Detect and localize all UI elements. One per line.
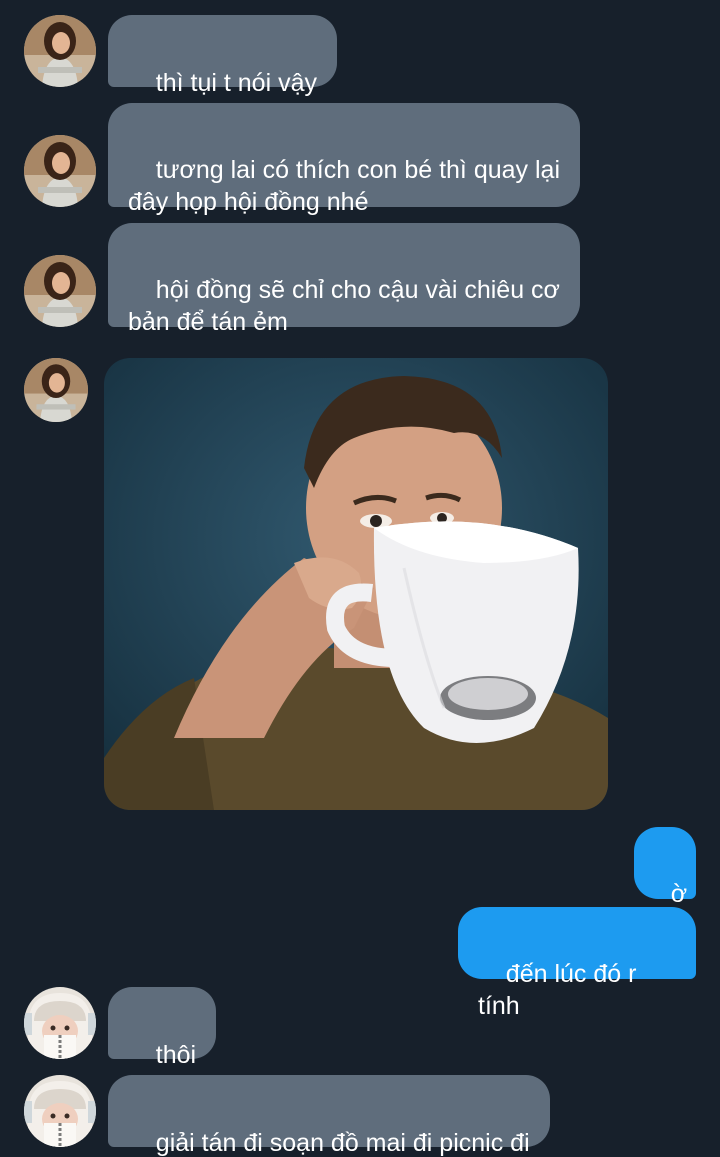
sender-avatar[interactable] (24, 1075, 96, 1147)
message-bubble[interactable]: ờ (634, 827, 696, 908)
message-text: tương lai có thích con bé thì quay lại đ… (128, 156, 560, 216)
woman-avatar-image (24, 135, 96, 207)
message-image[interactable] (104, 358, 608, 810)
message-bubble[interactable]: hội đồng sẽ chỉ cho cậu vài chiêu cơ bản… (108, 223, 580, 336)
message-bubble[interactable]: thì tụi t nói vậy (108, 15, 337, 97)
message-text: giải tán đi soạn đồ mai đi picnic đi (155, 1129, 530, 1157)
message-bubble[interactable]: thôi (108, 987, 217, 1069)
sender-avatar[interactable] (24, 15, 96, 87)
sender-avatar[interactable] (24, 987, 96, 1059)
message-text: đến lúc đó r tính (478, 960, 644, 1020)
sender-avatar[interactable] (24, 135, 96, 207)
hooded-avatar-image (24, 1075, 96, 1147)
sender-avatar[interactable] (24, 255, 96, 327)
hooded-avatar-image (24, 987, 96, 1059)
message-text: thôi (155, 1041, 197, 1069)
message-text: hội đồng sẽ chỉ cho cậu vài chiêu cơ bản… (128, 276, 560, 336)
man-drinking-from-giant-mug-image (104, 358, 608, 810)
sender-avatar[interactable] (24, 358, 88, 422)
chat-thread[interactable]: thì tụi t nói vậy tương lai có thích con… (0, 0, 720, 1157)
woman-avatar-image (24, 15, 96, 87)
message-text: ờ (670, 880, 688, 908)
woman-avatar-image (24, 255, 96, 327)
message-bubble[interactable]: tương lai có thích con bé thì quay lại đ… (108, 103, 580, 216)
message-bubble[interactable]: đến lúc đó r tính (458, 907, 696, 1020)
message-bubble[interactable]: giải tán đi soạn đồ mai đi picnic đi (108, 1075, 550, 1157)
message-text: thì tụi t nói vậy (155, 69, 317, 97)
woman-avatar-image (24, 358, 88, 422)
